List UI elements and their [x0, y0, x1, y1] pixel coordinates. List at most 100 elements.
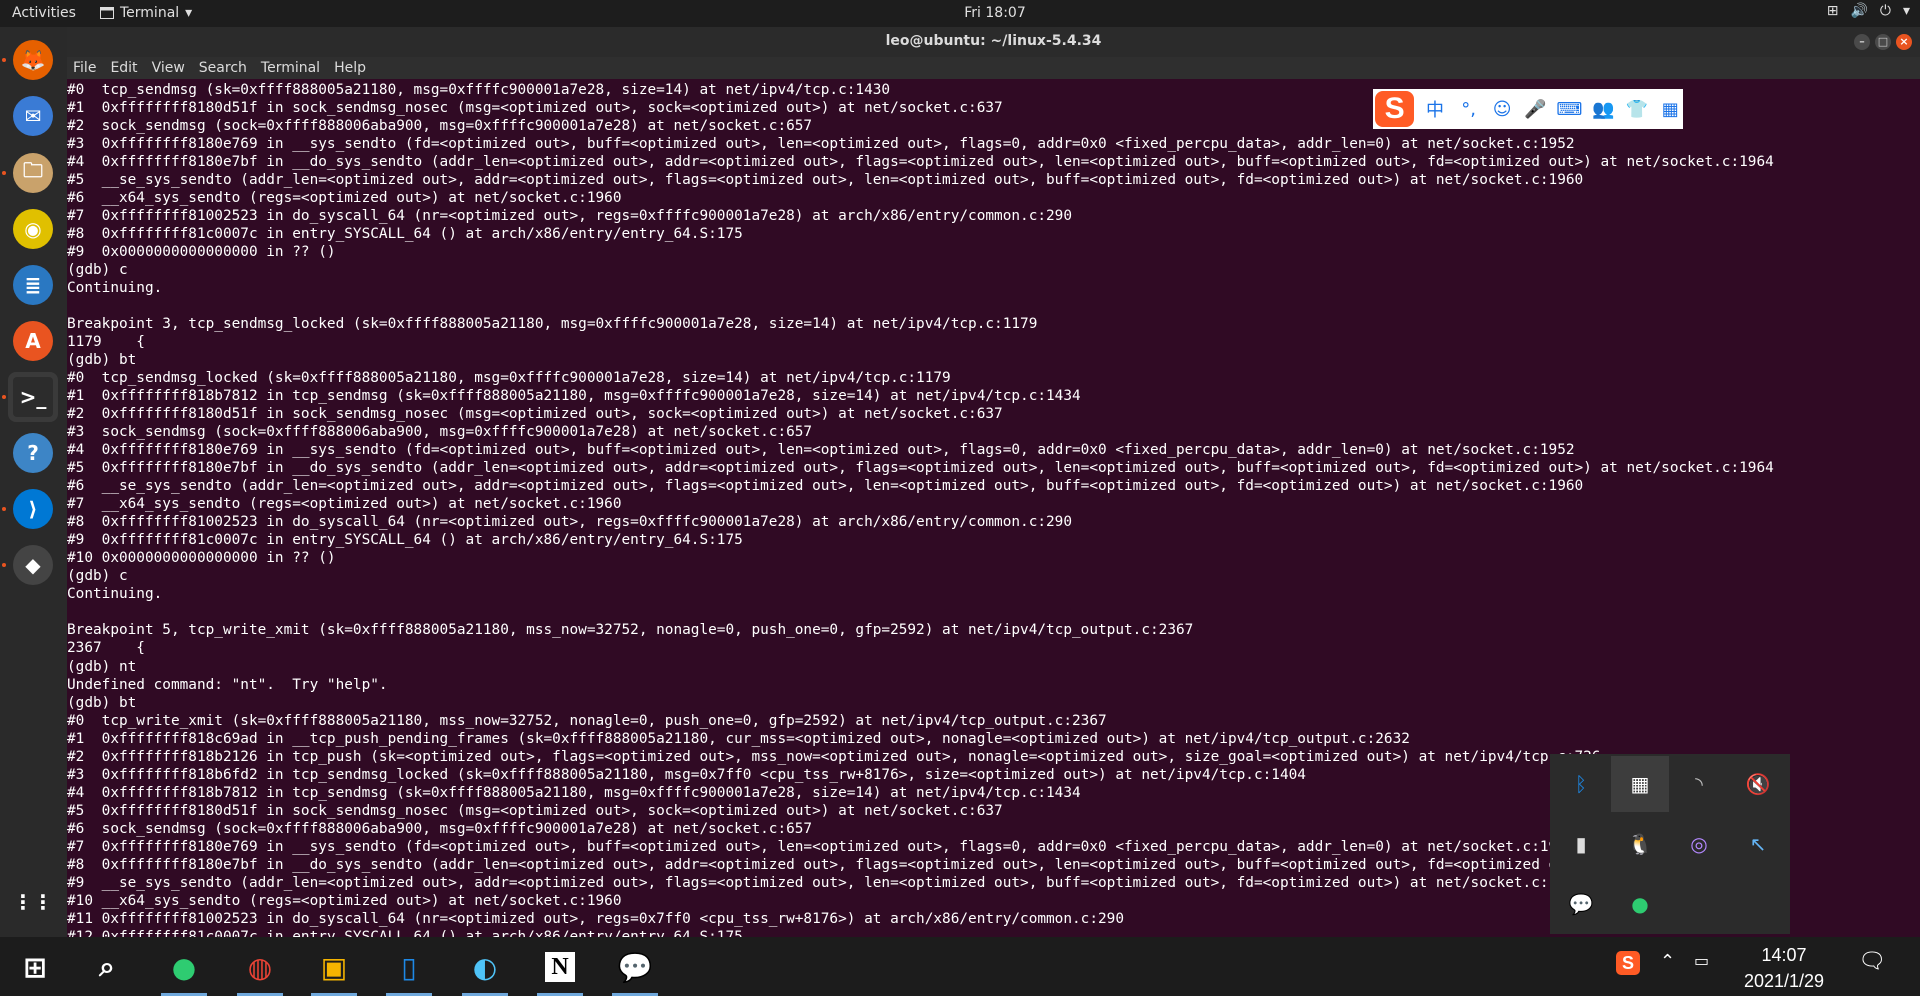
running-indicator	[2, 58, 6, 62]
bluetooth-icon[interactable]: ᛒ	[1552, 756, 1610, 812]
dock-item-rhythmbox[interactable]: ◉	[8, 204, 58, 254]
terminal-line: 2367 {	[67, 640, 145, 657]
taskbar-chrome[interactable]: ◍	[231, 942, 289, 996]
user-icon[interactable]: 👥	[1590, 99, 1616, 120]
thunderbird-icon: ✉	[13, 96, 53, 136]
battery-icon[interactable]: ▭	[1694, 951, 1709, 970]
punctuation-icon[interactable]: °,	[1456, 99, 1482, 120]
cursor-app-glyph: ↖	[1749, 832, 1767, 856]
maximize-button[interactable]: □	[1875, 34, 1891, 50]
clock[interactable]: Fri 18:07	[0, 5, 1920, 21]
terminal-line: #7 0xffffffff81002523 in do_syscall_64 (…	[67, 208, 1073, 225]
ime-tray-icon[interactable]: S	[1616, 951, 1640, 975]
dock-item-help[interactable]: ?	[8, 428, 58, 478]
terminal-line: #7 0xffffffff8180e769 in __sys_sendto (f…	[67, 838, 1575, 855]
system-tray[interactable]: ⊞ 🔊 ⏻ ▾	[1827, 3, 1910, 19]
terminal-line: #2 0xffffffff8180d51f in sock_sendmsg_no…	[67, 406, 1003, 423]
window-title: leo@ubuntu: ~/linux-5.4.34	[885, 33, 1102, 49]
dock-item-files[interactable]: 🗀	[8, 148, 58, 198]
taskbar-time: 14:07	[1761, 945, 1807, 965]
menu-search[interactable]: Search	[199, 60, 247, 76]
terminal-line: #10 0x0000000000000000 in ?? ()	[67, 550, 336, 567]
dock-item-vscode[interactable]: ⟩	[8, 484, 58, 534]
wechat-icon: 💬	[617, 950, 653, 984]
taskbar-wechat[interactable]: 💬	[606, 942, 664, 996]
dock-item-writer[interactable]: ≣	[8, 260, 58, 310]
taskbar-feather-app[interactable]: ◐	[456, 942, 514, 996]
terminal-line: #9 __se_sys_sendto (addr_len=<optimized …	[67, 874, 1584, 891]
toolbox-icon[interactable]: ▦	[1657, 99, 1683, 120]
terminal-line: (gdb) bt	[67, 352, 137, 369]
tray-overflow-popup: ᛒ ▦ ◝ 🔇 ▮ 🐧 ◎ ↖ 💬 ●	[1550, 754, 1790, 934]
terminal-line: #3 0xffffffff818b6fd2 in tcp_sendmsg_loc…	[67, 766, 1306, 783]
terminal-line: (gdb) c	[67, 262, 128, 279]
network-icon: ⊞	[1826, 3, 1839, 19]
skin-icon[interactable]: 👕	[1624, 99, 1650, 120]
terminal-line: #7 __x64_sys_sendto (regs=<optimized out…	[67, 496, 622, 513]
close-button[interactable]: ×	[1896, 34, 1912, 50]
dock-item-gnome-debugger[interactable]: ◆	[8, 540, 58, 590]
minimize-button[interactable]: –	[1854, 34, 1870, 50]
files-icon: 🗀	[13, 153, 53, 193]
voice-input-icon[interactable]: 🎤	[1523, 99, 1549, 120]
sogou-logo-icon[interactable]: S	[1375, 91, 1415, 127]
emoji-icon[interactable]: ☺	[1489, 99, 1515, 120]
running-indicator	[2, 563, 6, 567]
terminal-text: #0 tcp_sendmsg (sk=0xffff888005a21180, m…	[67, 81, 1774, 937]
terminal-line: #4 0xffffffff818b7812 in tcp_sendmsg (sk…	[67, 784, 1081, 801]
terminal-line: #1 0xffffffff818c69ad in __tcp_push_pend…	[67, 730, 1410, 747]
feather-app-icon: ◐	[472, 950, 498, 984]
cursor-app-icon[interactable]: ↖	[1729, 816, 1787, 872]
notification-icon[interactable]: 🗨	[1858, 949, 1886, 974]
pinned-app-green-icon: ●	[171, 950, 197, 984]
chevron-up-icon[interactable]: ⌃	[1660, 951, 1675, 972]
menu-view[interactable]: View	[152, 60, 185, 76]
taskbar-clock[interactable]: 14:07 2021/1/29	[1724, 942, 1844, 994]
taskbar: S ⌃ ▭ 🗨 ⊞ ⌕ ● ◍ ▣ ▯ ◐ N 💬	[0, 937, 1920, 996]
terminal-line: #6 sock_sendmsg (sock=0xffff888006aba900…	[67, 820, 813, 837]
keyboard-icon[interactable]: ⌨	[1556, 99, 1582, 120]
menu-file[interactable]: File	[73, 60, 96, 76]
usb-drive-icon[interactable]: ▮	[1552, 816, 1610, 872]
terminal-line: #8 0xffffffff8180e7bf in __do_sys_sendto…	[67, 856, 1774, 873]
dock-item-terminal[interactable]: >_	[8, 372, 58, 422]
dock-item-show-apps[interactable]: ⋮⋮	[8, 877, 58, 927]
writer-icon: ≣	[13, 265, 53, 305]
green-app-tray-icon[interactable]: ●	[1611, 876, 1669, 932]
menu-terminal[interactable]: Terminal	[261, 60, 320, 76]
qq-icon[interactable]: 🐧	[1611, 816, 1669, 872]
terminal-menubar: File Edit View Search Terminal Help	[67, 57, 1920, 79]
running-indicator	[2, 507, 6, 511]
volume-mute-icon[interactable]: 🔇	[1729, 756, 1787, 812]
power-icon: ⏻	[1879, 3, 1891, 19]
taskbar-notion[interactable]: N	[531, 942, 589, 996]
notion-icon: N	[545, 952, 575, 982]
dock-item-software[interactable]: A	[8, 316, 58, 366]
purple-app-icon[interactable]: ◎	[1670, 816, 1728, 872]
taskbar-pinned-app-green[interactable]: ●	[155, 942, 213, 996]
chinese-mode-icon[interactable]: 中	[1422, 96, 1448, 122]
taskbar-vmware[interactable]: ▣	[305, 942, 363, 996]
ime-toolbar[interactable]: S 中 °, ☺ 🎤 ⌨ 👥 👕 ▦	[1373, 89, 1683, 129]
terminal-line: #0 tcp_sendmsg_locked (sk=0xffff888005a2…	[67, 370, 951, 387]
terminal-line: #6 __se_sys_sendto (addr_len=<optimized …	[67, 478, 1584, 495]
wifi-icon[interactable]: ◝	[1670, 756, 1728, 812]
terminal-titlebar[interactable]: leo@ubuntu: ~/linux-5.4.34 – □ ×	[67, 27, 1920, 57]
running-indicator	[2, 171, 6, 175]
taskbar-tablet-app[interactable]: ▯	[380, 942, 438, 996]
dock-item-firefox[interactable]: 🦊	[8, 35, 58, 85]
menu-help[interactable]: Help	[334, 60, 366, 76]
usb-drive-glyph: ▮	[1575, 832, 1587, 856]
dock-item-thunderbird[interactable]: ✉	[8, 91, 58, 141]
terminal-line: #3 0xffffffff8180e769 in __sys_sendto (f…	[67, 136, 1575, 153]
terminal-line: 1179 {	[67, 334, 145, 351]
taskbar-start[interactable]: ⊞	[6, 942, 64, 992]
taskbar-search[interactable]: ⌕	[78, 942, 136, 992]
terminal-line: #5 0xffffffff8180d51f in sock_sendmsg_no…	[67, 802, 1003, 819]
terminal-line: #4 0xffffffff8180e7bf in __do_sys_sendto…	[67, 154, 1774, 171]
windows-app-icon[interactable]: ▦	[1611, 756, 1669, 812]
wechat-tray-icon[interactable]: 💬	[1552, 876, 1610, 932]
menu-edit[interactable]: Edit	[110, 60, 137, 76]
search-icon: ⌕	[99, 950, 115, 983]
terminal-line: #5 __se_sys_sendto (addr_len=<optimized …	[67, 172, 1584, 189]
